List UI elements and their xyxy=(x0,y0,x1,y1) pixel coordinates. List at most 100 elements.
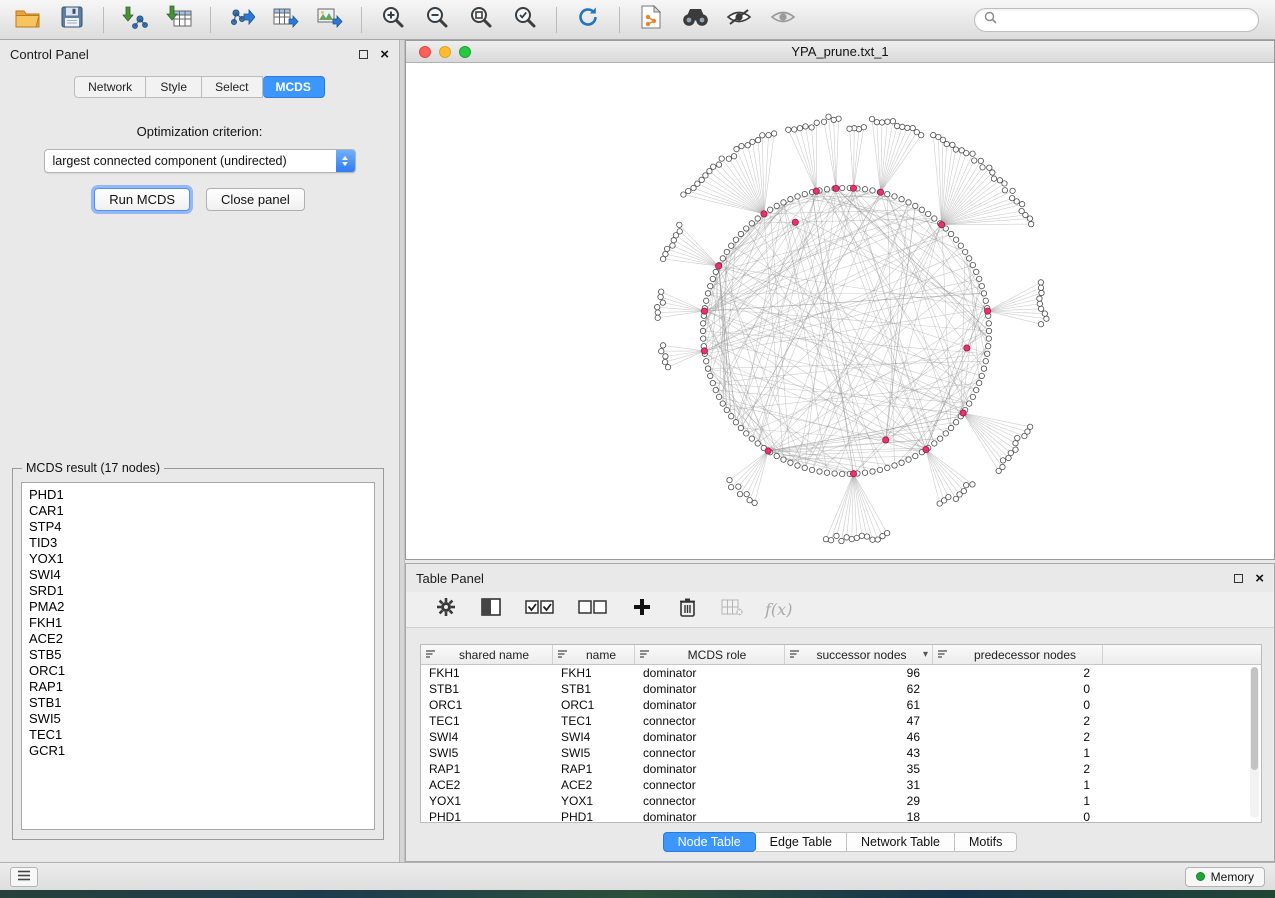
run-mcds-button[interactable]: Run MCDS xyxy=(94,188,190,211)
zoom-fit-button[interactable] xyxy=(463,4,499,36)
control-panel: Control Panel × NetworkStyleSelectMCDS O… xyxy=(0,40,400,862)
panel-list-button[interactable] xyxy=(10,867,38,887)
table-row[interactable]: ACE2ACE2connector311 xyxy=(421,777,1261,793)
gear-icon xyxy=(436,597,456,622)
refresh-button[interactable] xyxy=(570,4,606,36)
open-session-button[interactable] xyxy=(10,4,46,36)
import-network-button[interactable] xyxy=(117,4,153,36)
tab-network[interactable]: Network xyxy=(74,76,146,98)
column-header-predecessor-nodes[interactable]: predecessor nodes xyxy=(933,645,1103,664)
mcds-result-item[interactable]: RAP1 xyxy=(22,679,374,695)
document-share-button[interactable] xyxy=(633,4,669,36)
search-input[interactable] xyxy=(1003,13,1249,27)
mcds-result-item[interactable]: ORC1 xyxy=(22,663,374,679)
hide-details-button[interactable] xyxy=(721,4,757,36)
mcds-result-item[interactable]: ACE2 xyxy=(22,631,374,647)
cell-shared-name: STB1 xyxy=(421,681,553,697)
table-disabled-icon xyxy=(721,599,743,621)
table-scrollbar[interactable] xyxy=(1250,667,1259,818)
export-network-button[interactable] xyxy=(224,4,260,36)
mcds-result-item[interactable]: YOX1 xyxy=(22,551,374,567)
document-share-icon xyxy=(640,5,662,34)
columns-icon xyxy=(481,598,501,621)
mcds-result-item[interactable]: SWI4 xyxy=(22,567,374,583)
cell-predecessor-nodes: 2 xyxy=(933,713,1103,729)
unchecked-boxes-icon xyxy=(578,598,608,621)
table-row[interactable]: PHD1PHD1dominator180 xyxy=(421,809,1261,823)
delete-column-button[interactable] xyxy=(675,598,699,622)
table-row[interactable]: SWI4SWI4dominator462 xyxy=(421,729,1261,745)
cell-predecessor-nodes: 2 xyxy=(933,729,1103,745)
tab-node-table[interactable]: Node Table xyxy=(663,832,756,852)
mcds-result-item[interactable]: TEC1 xyxy=(22,727,374,743)
table-body: FKH1FKH1dominator962STB1STB1dominator620… xyxy=(421,665,1261,823)
tab-network-table[interactable]: Network Table xyxy=(847,832,955,852)
mcds-result-item[interactable]: STB5 xyxy=(22,647,374,663)
node-table: shared namenameMCDS rolesuccessor nodes▾… xyxy=(420,644,1262,823)
memory-button[interactable]: Memory xyxy=(1185,867,1265,887)
column-header-successor-nodes[interactable]: successor nodes▾ xyxy=(785,645,933,664)
table-row[interactable]: STB1STB1dominator620 xyxy=(421,681,1261,697)
table-row[interactable]: FKH1FKH1dominator962 xyxy=(421,665,1261,681)
zoom-in-button[interactable] xyxy=(375,4,411,36)
mcds-result-item[interactable]: PMA2 xyxy=(22,599,374,615)
tab-edge-table[interactable]: Edge Table xyxy=(756,832,847,852)
table-row[interactable]: YOX1YOX1connector291 xyxy=(421,793,1261,809)
close-panel-button[interactable]: Close panel xyxy=(206,188,305,211)
zoom-out-button[interactable] xyxy=(419,4,455,36)
mcds-result-item[interactable]: TID3 xyxy=(22,535,374,551)
cell-predecessor-nodes: 1 xyxy=(933,777,1103,793)
mcds-result-item[interactable]: PHD1 xyxy=(22,487,374,503)
scrollbar-thumb[interactable] xyxy=(1251,667,1258,770)
mcds-result-item[interactable]: GCR1 xyxy=(22,743,374,759)
deselect-all-button[interactable] xyxy=(577,598,609,622)
tab-select[interactable]: Select xyxy=(202,76,262,98)
cell-name: ACE2 xyxy=(553,777,635,793)
import-network-icon xyxy=(122,5,148,34)
table-row[interactable]: SWI5SWI5connector431 xyxy=(421,745,1261,761)
table-row[interactable]: RAP1RAP1dominator352 xyxy=(421,761,1261,777)
mcds-result-item[interactable]: STB1 xyxy=(22,695,374,711)
float-panel-icon[interactable] xyxy=(1234,574,1243,583)
show-details-button[interactable] xyxy=(765,4,801,36)
mcds-result-item[interactable]: SRD1 xyxy=(22,583,374,599)
find-button[interactable] xyxy=(677,4,713,36)
tab-mcds[interactable]: MCDS xyxy=(263,76,325,98)
save-session-button[interactable] xyxy=(54,4,90,36)
table-settings-button[interactable] xyxy=(434,598,458,622)
mcds-result-item[interactable]: FKH1 xyxy=(22,615,374,631)
network-view-canvas[interactable] xyxy=(406,63,1274,559)
zoom-selected-button[interactable] xyxy=(507,4,543,36)
import-table-button[interactable] xyxy=(161,4,197,36)
trash-icon xyxy=(679,597,696,622)
show-columns-button[interactable] xyxy=(479,598,503,622)
close-panel-icon[interactable]: × xyxy=(380,47,389,62)
criterion-dropdown[interactable]: largest connected component (undirected) xyxy=(44,149,356,173)
export-image-button[interactable] xyxy=(312,4,348,36)
cell-successor-nodes: 47 xyxy=(785,713,933,729)
column-header-name[interactable]: name xyxy=(553,645,635,664)
cell-shared-name: RAP1 xyxy=(421,761,553,777)
cell-predecessor-nodes: 0 xyxy=(933,681,1103,697)
select-all-button[interactable] xyxy=(524,598,556,622)
tab-motifs[interactable]: Motifs xyxy=(955,832,1017,852)
column-header-mcds-role[interactable]: MCDS role xyxy=(635,645,785,664)
cell-successor-nodes: 18 xyxy=(785,809,933,823)
float-panel-icon[interactable] xyxy=(359,50,368,59)
table-row[interactable]: TEC1TEC1connector472 xyxy=(421,713,1261,729)
eye-icon xyxy=(770,7,796,32)
close-panel-icon[interactable]: × xyxy=(1255,571,1264,586)
cell-name: SWI5 xyxy=(553,745,635,761)
mcds-result-item[interactable]: SWI5 xyxy=(22,711,374,727)
chevron-down-icon[interactable]: ▾ xyxy=(923,649,928,660)
dropdown-stepper-icon xyxy=(336,150,355,172)
add-column-button[interactable] xyxy=(630,598,654,622)
export-table-button[interactable] xyxy=(268,4,304,36)
column-header-shared-name[interactable]: shared name xyxy=(421,645,553,664)
mcds-result-item[interactable]: CAR1 xyxy=(22,503,374,519)
mcds-result-item[interactable]: STP4 xyxy=(22,519,374,535)
toolbar-separator xyxy=(103,7,104,33)
export-network-icon xyxy=(229,5,255,34)
tab-style[interactable]: Style xyxy=(146,76,202,98)
table-row[interactable]: ORC1ORC1dominator610 xyxy=(421,697,1261,713)
